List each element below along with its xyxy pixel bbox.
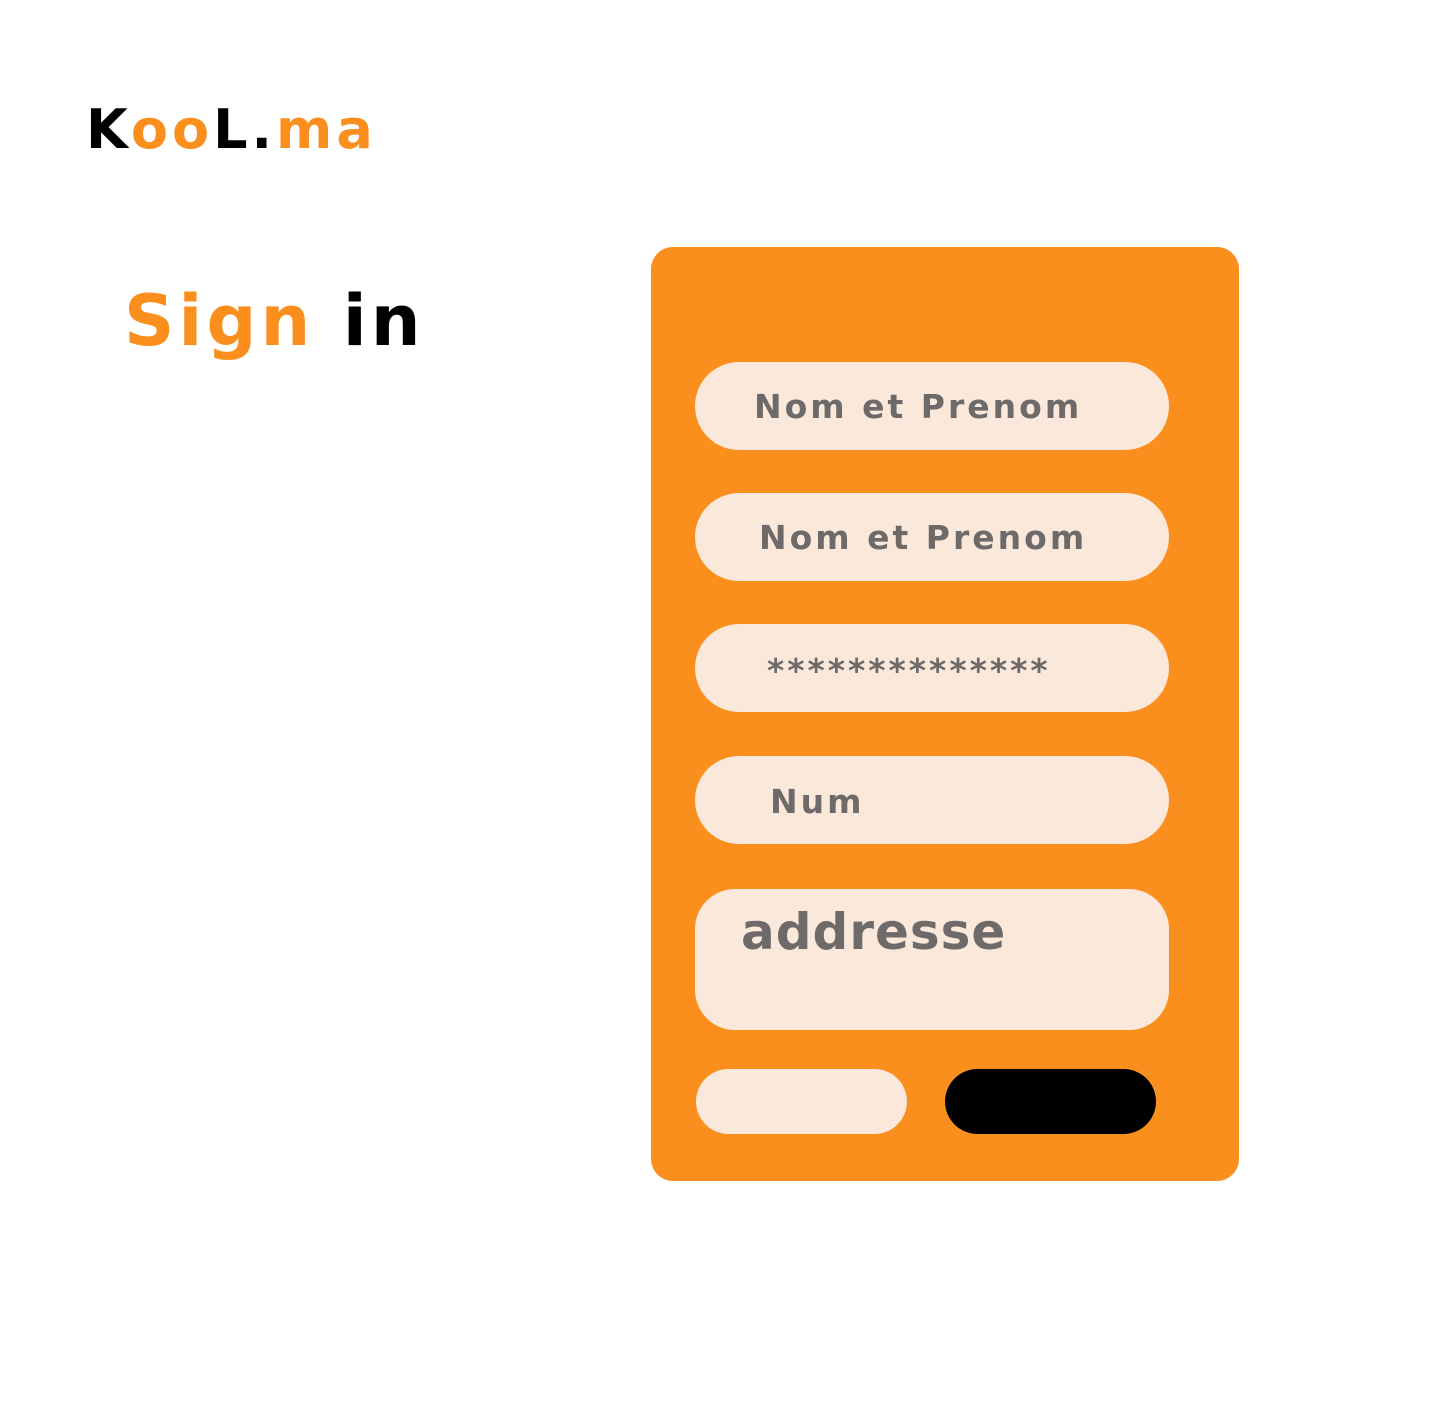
logo-part-ma: ma xyxy=(276,98,377,161)
page-title-in: in xyxy=(342,280,425,362)
password-field[interactable]: ************** xyxy=(695,624,1169,712)
page-title-sign: Sign xyxy=(124,280,315,362)
phone-number-field-text: Num xyxy=(770,781,865,821)
phone-number-field[interactable]: Num xyxy=(695,756,1169,844)
logo-part-oo: oo xyxy=(130,98,214,161)
address-field-text: addresse xyxy=(741,903,1007,961)
logo-part-k: K xyxy=(86,98,131,161)
full-name-field-text: Nom et Prenom xyxy=(754,386,1083,426)
logo: KooL.ma xyxy=(86,98,377,162)
submit-button[interactable] xyxy=(945,1069,1156,1134)
logo-part-l: L. xyxy=(213,98,277,161)
full-name-field[interactable]: Nom et Prenom xyxy=(695,362,1169,450)
password-field-text: ************** xyxy=(767,650,1051,690)
secondary-button[interactable] xyxy=(696,1069,907,1134)
second-name-field[interactable]: Nom et Prenom xyxy=(695,493,1169,581)
address-field[interactable]: addresse xyxy=(695,889,1169,1030)
sign-in-form-card: Nom et Prenom Nom et Prenom ************… xyxy=(651,247,1239,1181)
page-title: Sign in xyxy=(124,280,425,362)
second-name-field-text: Nom et Prenom xyxy=(759,517,1088,557)
